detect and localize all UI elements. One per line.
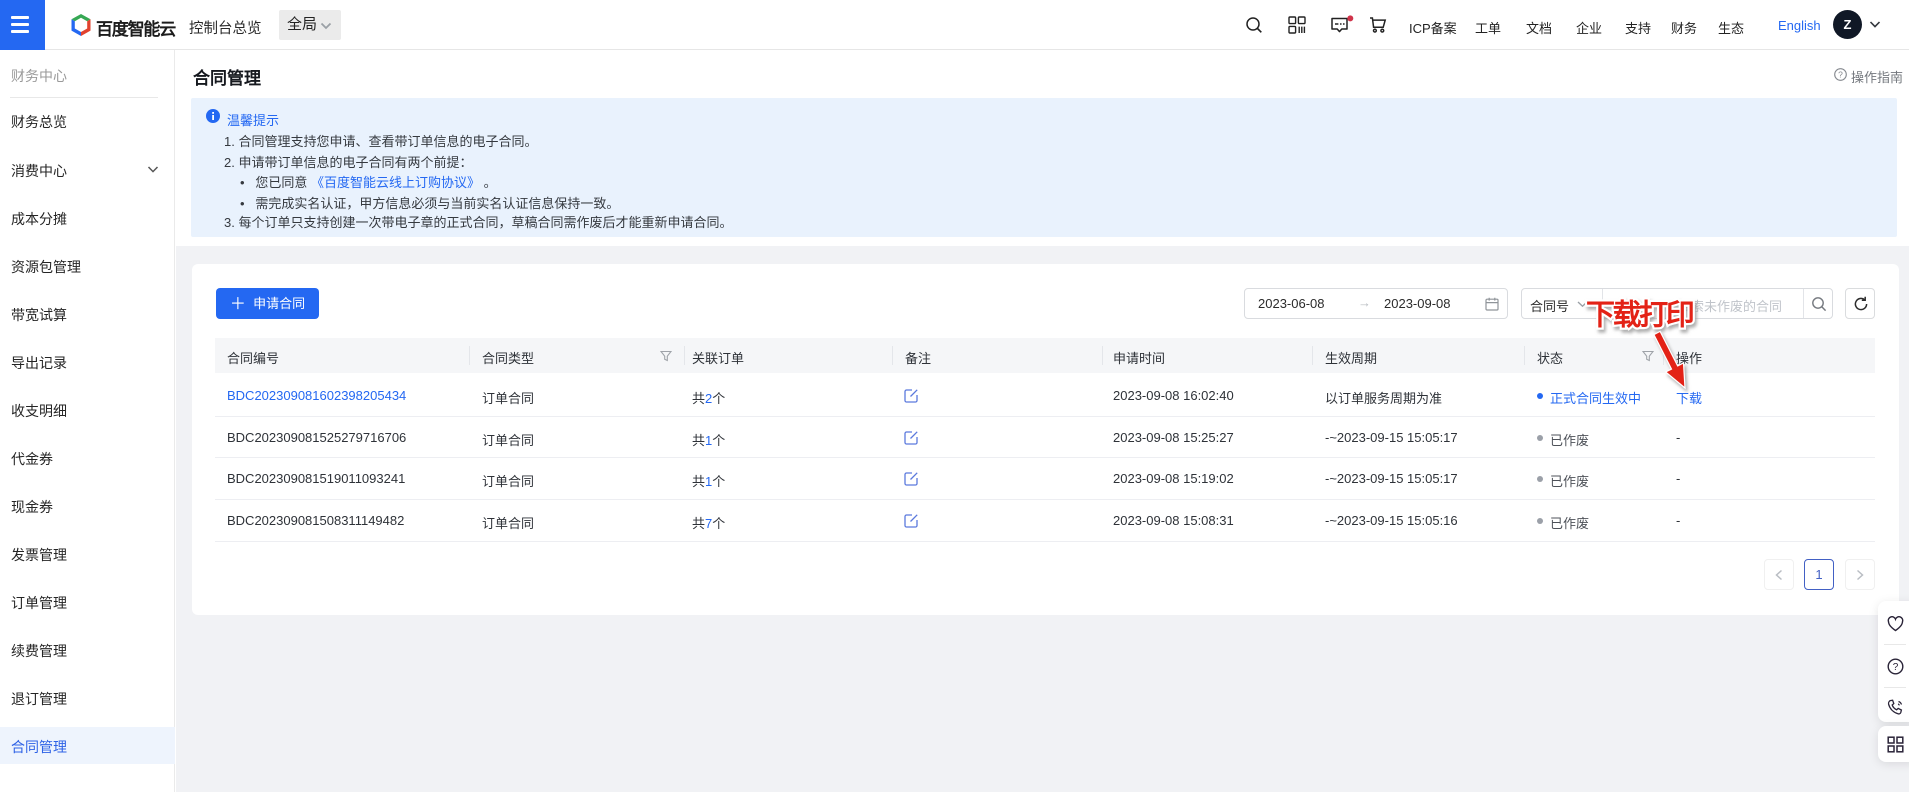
svg-text:?: ? — [1893, 662, 1899, 673]
svg-text:?: ? — [1838, 69, 1843, 79]
svg-text:下载打印: 下载打印 — [1586, 299, 1693, 332]
